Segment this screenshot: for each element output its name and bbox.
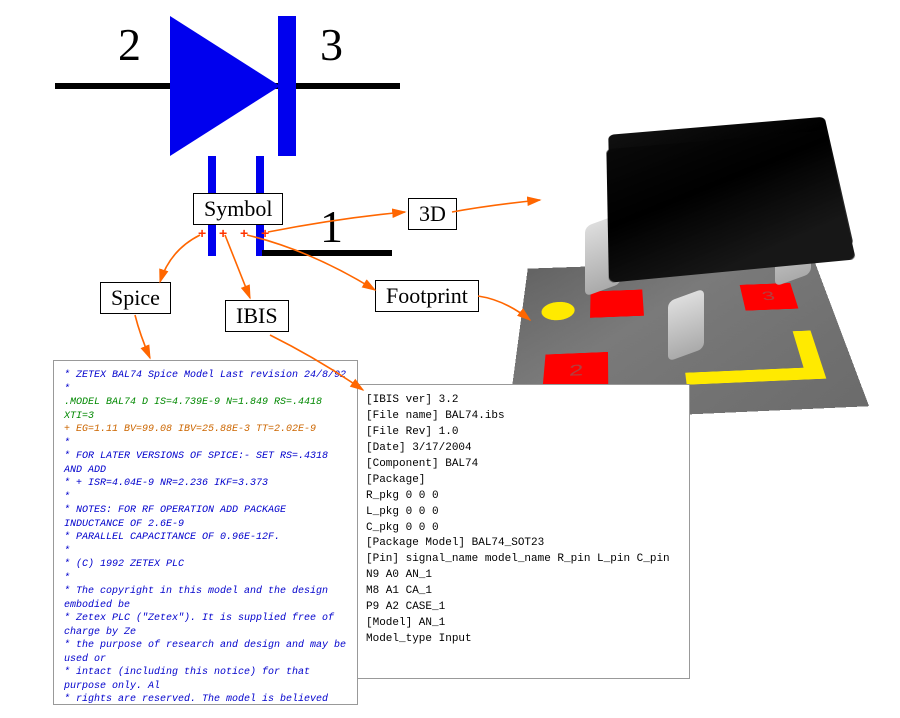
spice-label-text: Spice bbox=[111, 285, 160, 310]
spice-line: * Zetex PLC ("Zetex"). It is supplied fr… bbox=[64, 612, 347, 639]
spice-line: * bbox=[64, 572, 347, 586]
plus-3: + bbox=[240, 225, 248, 241]
pad-2-text: 2 bbox=[569, 362, 584, 380]
pin-2-label: 2 bbox=[118, 18, 141, 71]
spice-line: * rights are reserved. The model is beli… bbox=[64, 693, 347, 705]
spice-line: * bbox=[64, 383, 347, 397]
spice-line: * the purpose of research and design and… bbox=[64, 639, 347, 666]
ibis-line: [Component] BAL74 bbox=[366, 457, 679, 473]
chip-body-side bbox=[606, 131, 856, 283]
plus-2: + bbox=[219, 225, 227, 241]
silkscreen-dot bbox=[541, 301, 576, 321]
diode-cathode-bar bbox=[278, 16, 296, 156]
ibis-line: Model_type Input bbox=[366, 632, 679, 648]
ibis-line: P9 A2 CASE_1 bbox=[366, 600, 679, 616]
footprint-label-box: Footprint bbox=[375, 280, 479, 312]
ibis-line: [Model] AN_1 bbox=[366, 616, 679, 632]
spice-line: * The copyright in this model and the de… bbox=[64, 585, 347, 612]
pad-1 bbox=[590, 290, 644, 318]
ibis-line: [Package] bbox=[366, 473, 679, 489]
plus-4: + bbox=[261, 225, 269, 241]
ibis-doc-panel: [IBIS ver] 3.2 [File name] BAL74.ibs [Fi… bbox=[355, 384, 690, 679]
symbol-label-box: Symbol bbox=[193, 193, 283, 225]
symbol-label-text: Symbol bbox=[204, 196, 272, 221]
ibis-line: L_pkg 0 0 0 bbox=[366, 505, 679, 521]
ibis-line: N9 A0 AN_1 bbox=[366, 568, 679, 584]
ibis-label-box: IBIS bbox=[225, 300, 289, 332]
diode-triangle bbox=[170, 16, 280, 156]
spice-line: .MODEL BAL74 D IS=4.739E-9 N=1.849 RS=.4… bbox=[64, 396, 347, 423]
ibis-line: [File name] BAL74.ibs bbox=[366, 409, 679, 425]
spice-line: * bbox=[64, 545, 347, 559]
footprint-label-text: Footprint bbox=[386, 283, 468, 308]
plus-1: + bbox=[198, 225, 206, 241]
spice-label-box: Spice bbox=[100, 282, 171, 314]
ibis-line: M8 A1 CA_1 bbox=[366, 584, 679, 600]
spice-line: * PARALLEL CAPACITANCE OF 0.96E-12F. bbox=[64, 531, 347, 545]
spice-doc-panel: * ZETEX BAL74 Spice Model Last revision … bbox=[53, 360, 358, 705]
pad-3-text: 3 bbox=[760, 289, 776, 303]
3d-label-text: 3D bbox=[419, 201, 446, 226]
ibis-line: [IBIS ver] 3.2 bbox=[366, 393, 679, 409]
spice-line: * (C) 1992 ZETEX PLC bbox=[64, 558, 347, 572]
pad-3: 3 bbox=[740, 283, 799, 311]
spice-line: * bbox=[64, 491, 347, 505]
ibis-line: C_pkg 0 0 0 bbox=[366, 521, 679, 537]
spice-line: * ZETEX BAL74 Spice Model Last revision … bbox=[64, 369, 347, 383]
ibis-line: [Package Model] BAL74_SOT23 bbox=[366, 536, 679, 552]
spice-line: + EG=1.11 BV=99.08 IBV=25.88E-3 TT=2.02E… bbox=[64, 423, 347, 437]
spice-line: * intact (including this notice) for tha… bbox=[64, 666, 347, 693]
spice-line: * bbox=[64, 437, 347, 451]
spice-line: * FOR LATER VERSIONS OF SPICE:- SET RS=.… bbox=[64, 450, 347, 477]
spice-line: * NOTES: FOR RF OPERATION ADD PACKAGE IN… bbox=[64, 504, 347, 531]
3d-label-box: 3D bbox=[408, 198, 457, 230]
ibis-line: [Date] 3/17/2004 bbox=[366, 441, 679, 457]
pin-3-label: 3 bbox=[320, 18, 343, 71]
ibis-line: R_pkg 0 0 0 bbox=[366, 489, 679, 505]
ibis-label-text: IBIS bbox=[236, 303, 278, 328]
ibis-line: [Pin] signal_name model_name R_pin L_pin… bbox=[366, 552, 679, 568]
spice-line: * + ISR=4.04E-9 NR=2.236 IKF=3.373 bbox=[64, 477, 347, 491]
ibis-line: [File Rev] 1.0 bbox=[366, 425, 679, 441]
pin-1-label: 1 bbox=[320, 200, 343, 253]
